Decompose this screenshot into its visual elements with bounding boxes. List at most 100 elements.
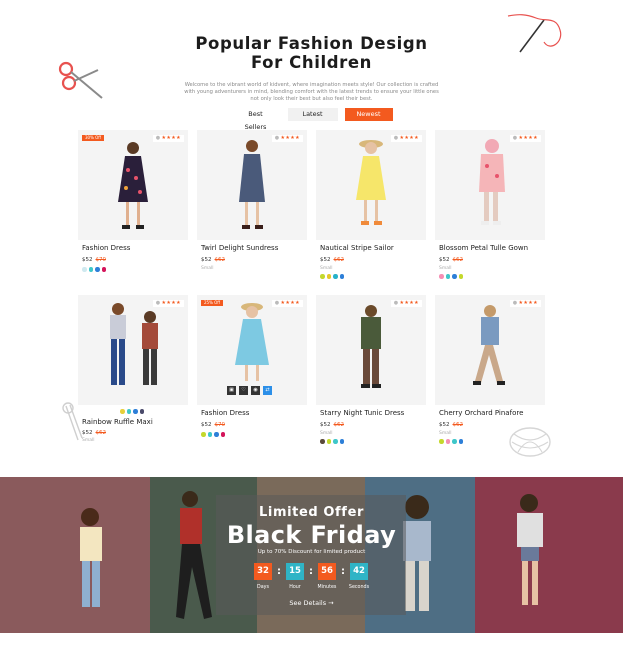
product-price: $52 $62 — [439, 257, 463, 263]
color-swatch[interactable] — [95, 267, 100, 272]
section-subtitle: Welcome to the vibrant world of kidvent,… — [184, 82, 439, 102]
product-size: Small — [201, 266, 214, 271]
product-name[interactable]: Blossom Petal Tulle Gown — [439, 244, 528, 253]
product-image[interactable]: ●★★★★ — [316, 295, 426, 405]
section-header: Popular Fashion Design For Children Welc… — [0, 34, 623, 103]
product-image[interactable]: ●★★★★ — [435, 295, 545, 405]
color-swatch[interactable] — [214, 432, 219, 437]
countdown-label: Hour — [289, 585, 301, 590]
product-size: Small — [320, 431, 333, 436]
product-image[interactable]: 25% Off ●★★★★ ▣ ♡ ◉ ⇄ — [197, 295, 307, 405]
countdown-label: Minutes — [317, 585, 337, 590]
color-swatch[interactable] — [445, 439, 450, 444]
color-swatch[interactable] — [320, 439, 325, 444]
product-size: Small — [439, 266, 452, 271]
child-in-floral-raincoat-image — [479, 139, 505, 225]
product-name[interactable]: Rainbow Ruffle Maxi — [82, 418, 153, 427]
product-name[interactable]: Twirl Delight Sundress — [201, 244, 278, 253]
product-price: $52 $62 — [320, 257, 344, 263]
product-filter-tabs: Best Sellers Latest Newest — [0, 108, 623, 131]
color-swatch[interactable] — [439, 274, 444, 279]
product-image[interactable]: ●★★★★ — [435, 130, 545, 240]
color-swatch[interactable] — [339, 274, 344, 279]
color-swatch[interactable] — [458, 274, 463, 279]
discount-badge: 25% Off — [201, 300, 224, 306]
black-friday-banner: Limited Offer Black Friday Up to 70% Dis… — [0, 477, 623, 633]
color-swatch[interactable] — [458, 439, 463, 444]
countdown-value: 56 — [318, 563, 336, 580]
countdown-separator: : — [341, 566, 345, 577]
child-in-yellow-dress-image — [356, 140, 386, 225]
color-swatch[interactable] — [326, 274, 331, 279]
discount-badge: 30% Off — [82, 135, 105, 141]
color-swatch[interactable] — [445, 274, 450, 279]
product-card[interactable]: ●★★★★ Blossom Petal Tulle Gown $52 $62 Sm… — [435, 130, 545, 285]
tab-newest[interactable]: Newest — [344, 108, 393, 121]
product-name[interactable]: Fashion Dress — [82, 244, 130, 253]
product-image[interactable]: 30% Off ●★★★★ — [78, 130, 188, 240]
star-rating: ●★★★★ — [271, 135, 303, 142]
color-swatch[interactable] — [101, 267, 106, 272]
product-price: $52 $62 — [320, 422, 344, 428]
two-children-image — [110, 303, 158, 385]
product-name[interactable]: Fashion Dress — [201, 409, 249, 418]
countdown-label: Days — [257, 585, 269, 590]
color-swatch[interactable] — [439, 439, 444, 444]
compare-icon[interactable]: ⇄ — [263, 386, 272, 395]
color-swatches — [439, 439, 463, 444]
child-in-floral-dress-image — [118, 142, 148, 229]
color-swatch[interactable] — [326, 439, 331, 444]
color-swatch[interactable] — [133, 409, 138, 414]
color-swatches — [82, 267, 106, 272]
product-card[interactable]: ●★★★★ Starry Night Tunic Dress $52 $62 Sm… — [316, 295, 426, 450]
color-swatch[interactable] — [220, 432, 225, 437]
color-swatch[interactable] — [126, 409, 131, 414]
countdown-separator: : — [277, 566, 281, 577]
color-swatches — [320, 274, 344, 279]
product-name[interactable]: Nautical Stripe Sailor — [320, 244, 394, 253]
countdown-value: 42 — [350, 563, 368, 580]
color-swatch[interactable] — [207, 432, 212, 437]
heart-icon[interactable]: ♡ — [239, 386, 248, 395]
countdown-hours: 15 Hour — [284, 563, 306, 591]
color-swatch[interactable] — [333, 274, 338, 279]
product-image[interactable]: ●★★★★ — [316, 130, 426, 240]
star-rating: ●★★★★ — [509, 300, 541, 307]
section-title-line-2: For Children — [250, 53, 373, 72]
product-image[interactable]: ●★★★★ — [78, 295, 188, 414]
product-name[interactable]: Cherry Orchard Pinafore — [439, 409, 523, 418]
color-swatch[interactable] — [339, 439, 344, 444]
color-swatch[interactable] — [82, 267, 87, 272]
section-title-line-1: Popular Fashion Design — [195, 34, 428, 53]
color-swatch[interactable] — [452, 439, 457, 444]
color-swatch[interactable] — [320, 274, 325, 279]
countdown-minutes: 56 Minutes — [316, 563, 338, 591]
product-card[interactable]: ●★★★★ Rainbow Ruffle Maxi $52 $62 Small — [78, 295, 188, 450]
see-details-link[interactable]: See Details → — [0, 599, 623, 608]
cart-icon[interactable]: ▣ — [227, 386, 236, 395]
product-card[interactable]: 30% Off ●★★★★ Fashion Dress $52 $70 — [78, 130, 188, 285]
tab-latest[interactable]: Latest — [287, 108, 338, 121]
product-size: Small — [82, 438, 95, 443]
child-in-denim-dress-image — [239, 140, 265, 229]
product-image[interactable]: ●★★★★ — [197, 130, 307, 240]
tab-best-sellers[interactable]: Best Sellers — [230, 108, 281, 131]
product-card[interactable]: 25% Off ●★★★★ ▣ ♡ ◉ ⇄ Fashion Dress $52 $… — [197, 295, 307, 450]
promo-subtitle: Up to 70% Discount for limited product — [257, 549, 366, 555]
color-swatch[interactable] — [139, 409, 144, 414]
product-name[interactable]: Starry Night Tunic Dress — [320, 409, 404, 418]
product-card[interactable]: ●★★★★ Twirl Delight Sundress $52 $62 Smal… — [197, 130, 307, 285]
product-card[interactable]: ●★★★★ Cherry Orchard Pinafore $52 $62 Sma… — [435, 295, 545, 450]
color-swatches — [320, 439, 344, 444]
product-price: $52 $62 — [201, 257, 225, 263]
eye-icon[interactable]: ◉ — [251, 386, 260, 395]
star-rating: ●★★★★ — [152, 300, 184, 307]
product-card[interactable]: ●★★★★ Nautical Stripe Sailor $52 $62 Smal… — [316, 130, 426, 285]
color-swatch[interactable] — [201, 432, 206, 437]
color-swatch[interactable] — [88, 267, 93, 272]
color-swatch[interactable] — [333, 439, 338, 444]
countdown-timer: 32 Days : 15 Hour : 56 Minutes : 42 Seco… — [252, 563, 370, 591]
color-swatch[interactable] — [120, 409, 125, 414]
color-swatch[interactable] — [452, 274, 457, 279]
star-rating: ●★★★★ — [390, 135, 422, 142]
